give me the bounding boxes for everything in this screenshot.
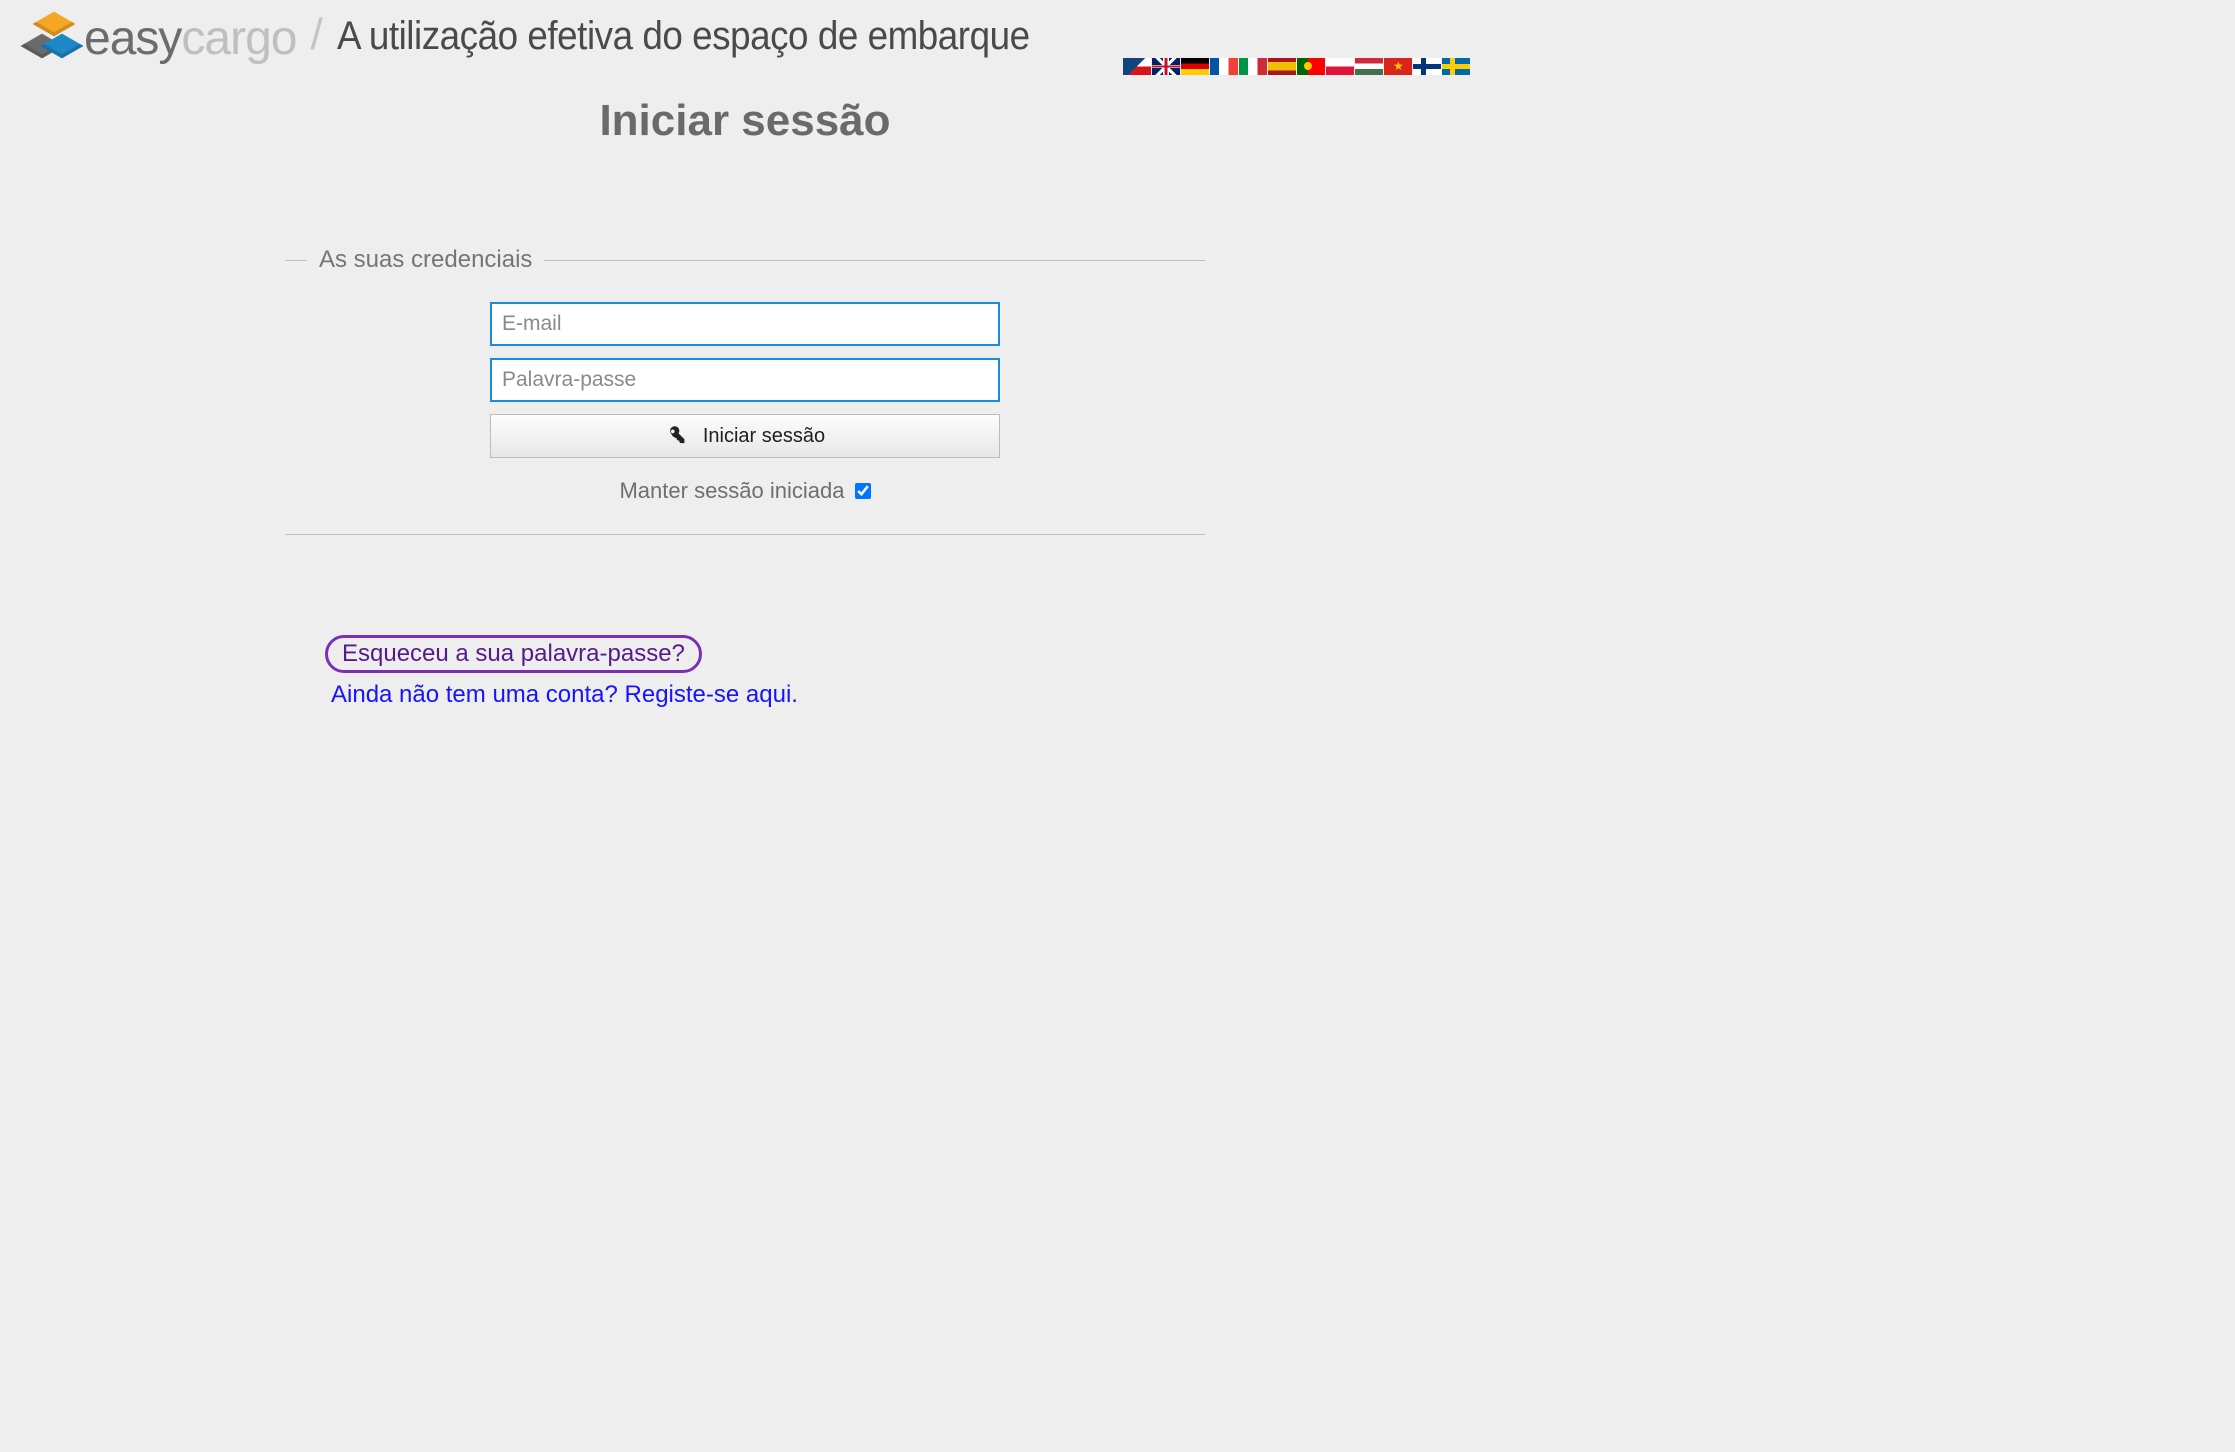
flag-it[interactable]: [1239, 58, 1267, 75]
secondary-links: Esqueceu a sua palavra-passe? Ainda não …: [285, 635, 1205, 709]
language-flags: [1123, 58, 1470, 75]
login-button[interactable]: Iniciar sessão: [490, 414, 1000, 458]
key-icon: [665, 425, 687, 447]
flag-hu[interactable]: [1355, 58, 1383, 75]
brand-wordmark: easycargo: [84, 11, 296, 66]
credentials-legend: As suas credenciais: [307, 246, 544, 274]
logo-cubes-icon: [20, 10, 76, 66]
brand-part1: easy: [84, 12, 181, 65]
flag-se[interactable]: [1442, 58, 1470, 75]
flag-de[interactable]: [1181, 58, 1209, 75]
flag-es[interactable]: [1268, 58, 1296, 75]
legend-line-left: [285, 260, 307, 261]
header: easycargo / A utilização efetiva do espa…: [0, 0, 1490, 66]
brand-separator: /: [310, 10, 322, 60]
keep-signed-in-row[interactable]: Manter sessão iniciada: [619, 478, 870, 504]
legend-line-right: [544, 260, 1205, 261]
page-title: Iniciar sessão: [285, 96, 1205, 146]
keep-signed-in-label: Manter sessão iniciada: [619, 478, 844, 504]
forgot-password-link[interactable]: Esqueceu a sua palavra-passe?: [325, 635, 702, 673]
login-button-label: Iniciar sessão: [703, 425, 825, 448]
flag-gb[interactable]: [1152, 58, 1180, 75]
divider: [285, 534, 1205, 535]
flag-pl[interactable]: [1326, 58, 1354, 75]
password-input[interactable]: [490, 358, 1000, 402]
credentials-legend-row: As suas credenciais: [285, 246, 1205, 274]
flag-pt[interactable]: [1297, 58, 1325, 75]
tagline: A utilização efetiva do espaço de embarq…: [337, 14, 1030, 59]
flag-fi[interactable]: [1413, 58, 1441, 75]
brand-part2: cargo: [181, 12, 296, 65]
flag-fr[interactable]: [1210, 58, 1238, 75]
login-form: Iniciar sessão Manter sessão iniciada: [285, 302, 1205, 504]
flag-vn[interactable]: [1384, 58, 1412, 75]
keep-signed-in-checkbox[interactable]: [855, 483, 871, 499]
email-input[interactable]: [490, 302, 1000, 346]
brand-logo[interactable]: easycargo: [20, 10, 296, 66]
flag-cz[interactable]: [1123, 58, 1151, 75]
register-link[interactable]: Ainda não tem uma conta? Registe-se aqui…: [325, 681, 1205, 709]
main-content: Iniciar sessão As suas credenciais Inici…: [265, 96, 1225, 709]
